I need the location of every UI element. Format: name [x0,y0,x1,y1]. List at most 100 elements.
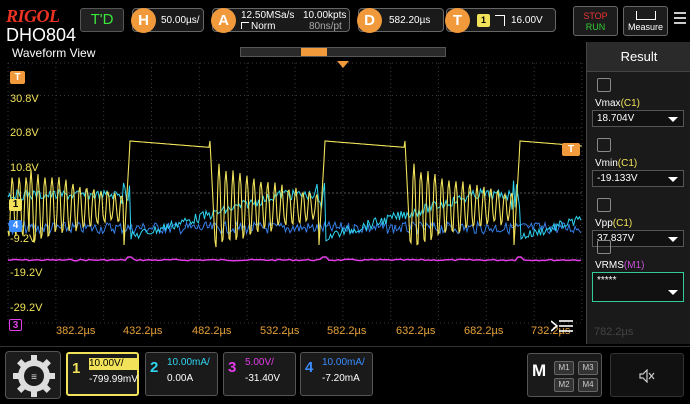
math-label: M [532,361,547,380]
acquire-badge: A [211,8,236,33]
channel-number: 2 [150,359,159,376]
waveform-view-title: Waveform View [12,46,96,60]
measure-value-box[interactable]: ***** [592,272,684,302]
channel-offset: -7.20mA [322,373,360,384]
measure-value: 18.704V [597,113,635,124]
v-label: 10.8V [10,162,39,174]
stop-run-button[interactable]: STOP RUN [573,6,618,36]
menu-icon[interactable] [674,12,686,27]
t-label: 432.2µs [123,325,163,337]
top-bar: RIGOL DHO804 T'D H 50.00µs/ A 12.50MSa/s… [0,0,690,44]
acquire-mode: Norm [241,21,275,32]
measure-button[interactable]: Measure [623,6,668,36]
channel-scale: 10.00mA/ [167,357,210,368]
channel-2-box[interactable]: 2 10.00mA/ 0.00A [145,352,218,396]
channel-scale: 10.00V/ [89,358,137,370]
math-block[interactable]: M M1 M3 M2 M4 [527,353,602,397]
trigger-status[interactable]: T'D [80,8,124,32]
svg-text:≡: ≡ [31,372,37,383]
measure-value: ***** [597,275,617,286]
trigger-level-marker[interactable]: T [10,71,25,84]
delay-badge: D [357,8,382,33]
model-label: DHO804 [6,25,77,45]
v-label: 30.8V [10,93,39,105]
measure-type-icon [597,198,611,212]
sample-rate: 12.50MSa/s [241,10,295,21]
ch3-trace [7,256,582,262]
t-label: 532.2µs [260,325,300,337]
t-label: 682.2µs [464,325,504,337]
trigger-badge: T [445,8,470,33]
channel-offset: 0.00A [167,373,194,384]
trigger-control[interactable]: T 1 16.00V [445,8,556,33]
waveform-plot[interactable] [0,45,586,345]
dropdown-arrow-icon [668,117,678,122]
measure-name: Vpp(C1) [595,218,633,229]
channel-offset: -799.99mV [89,374,138,385]
trigger-source: 1 [477,14,490,27]
t-label: 632.2µs [396,325,436,337]
stop-label: STOP [583,11,608,21]
v-label: -29.2V [10,302,43,314]
run-label: RUN [585,22,606,32]
delay-control[interactable]: D 582.20µs [357,8,444,33]
ghost-time-label: 782.2µs [594,326,634,338]
channel-number: 3 [228,359,237,376]
v-label: -9.2V [10,233,37,245]
ch3-offset-marker[interactable]: 3 [9,319,22,331]
dropdown-arrow-icon [668,177,678,182]
measure-name: Vmin(C1) [595,158,638,169]
memory-depth: 10.00kpts [303,10,347,21]
ch4-offset-marker[interactable]: 4 [9,220,22,232]
measure-icon [635,11,656,20]
channel-3-box[interactable]: 3 5.00V/ -31.40V [223,352,296,396]
measure-name: Vmax(C1) [595,98,641,109]
t-label: 482.2µs [192,325,232,337]
acquire-control[interactable]: A 12.50MSa/s 10.00kpts Norm 80ns/pt [211,8,350,33]
measure-item-vmax[interactable]: Vmax(C1) 18.704V [591,78,687,138]
channel-number: 1 [72,360,81,377]
horizontal-badge: H [131,8,156,33]
t-label: 382.2µs [56,325,96,337]
result-panel: Result Vmax(C1) 18.704V Vmin(C1) -19.133… [586,42,690,344]
dropdown-arrow-icon [668,290,678,295]
math-m2-button[interactable]: M2 [554,378,574,392]
trigger-level-marker-right[interactable]: T [562,143,580,156]
measure-name: VRMS(M1) [595,260,645,271]
ch1-offset-marker[interactable]: 1 [9,199,22,211]
horizontal-scale: 50.00µs/ [161,15,200,26]
result-title: Result [587,42,690,72]
channel-1-box[interactable]: 1 10.00V/ -799.99mV [66,352,139,396]
math-m1-button[interactable]: M1 [554,361,574,375]
brand-logo: RIGOL [6,6,60,26]
trigger-level: 16.00V [511,15,543,26]
gear-icon[interactable]: ≡ [5,351,61,399]
measure-item-vrms[interactable]: VRMS(M1) ***** [591,240,687,302]
t-label: 582.2µs [327,325,367,337]
collapse-icon[interactable] [550,318,573,336]
channel-4-box[interactable]: 4 10.00mA/ -7.20mA [300,352,373,396]
v-label: -19.2V [10,267,43,279]
rising-edge-icon [495,15,505,26]
sample-interval: 80ns/pt [309,21,342,32]
delay-value: 582.20µs [389,15,431,26]
trigger-position-marker [337,61,349,68]
speaker-mute-icon[interactable] [610,353,684,397]
channel-number: 4 [305,359,314,376]
waveform-area[interactable] [0,45,586,345]
measure-value: -19.133V [597,173,638,184]
channel-scale: 5.00V/ [245,357,274,368]
measure-label: Measure [627,22,663,32]
channel-offset: -31.40V [245,373,281,384]
measure-value-box[interactable]: 18.704V [592,110,684,127]
measure-type-icon [597,240,611,254]
horizontal-position-ruler[interactable] [240,47,446,57]
horizontal-control[interactable]: H 50.00µs/ [131,8,204,33]
v-label: 20.8V [10,127,39,139]
math-m4-button[interactable]: M4 [578,378,598,392]
measure-item-vmin[interactable]: Vmin(C1) -19.133V [591,138,687,198]
measure-type-icon [597,78,611,92]
math-m3-button[interactable]: M3 [578,361,598,375]
channel-scale: 10.00mA/ [322,357,365,368]
measure-value-box[interactable]: -19.133V [592,170,684,187]
